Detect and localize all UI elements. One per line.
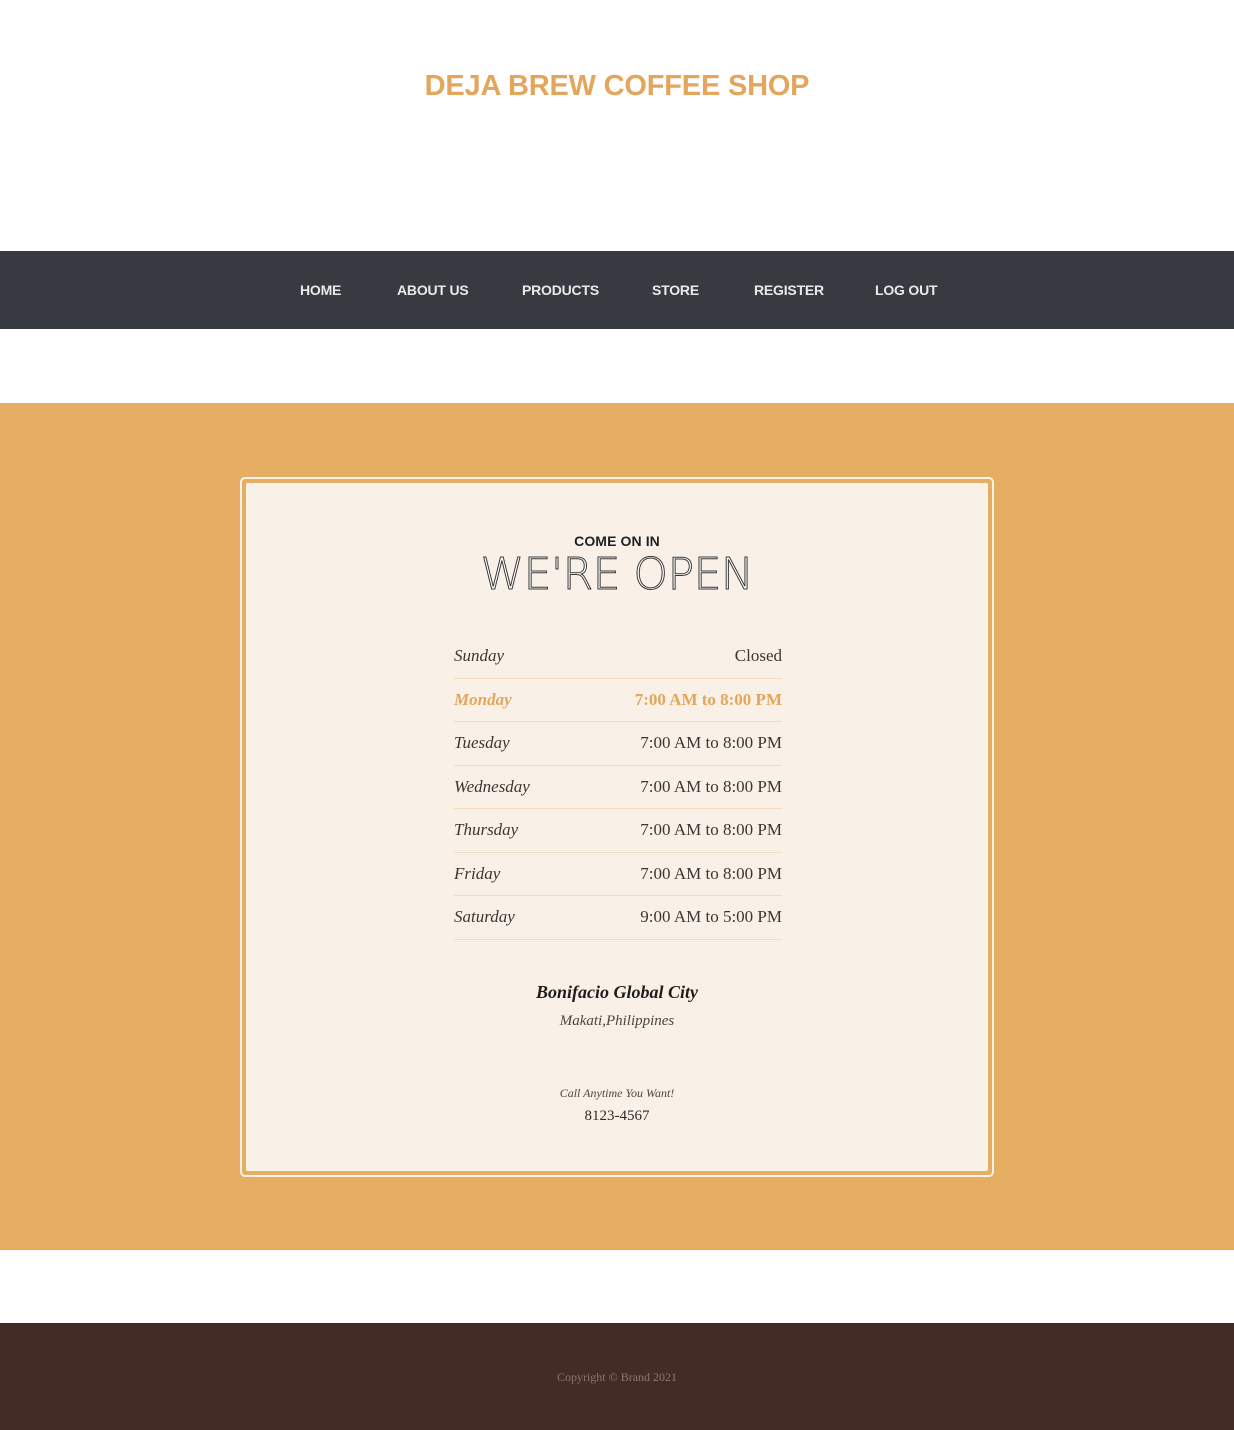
hours-time: 9:00 AM to 5:00 PM [640, 907, 782, 926]
call-label: Call Anytime You Want! [559, 1086, 675, 1100]
hours-day: Thursday [454, 820, 519, 839]
nav-about-us-link[interactable]: ABOUT US [397, 251, 469, 329]
hours-day: Sunday [454, 646, 505, 665]
hours-time: 7:00 AM to 8:00 PM [640, 776, 782, 796]
nav-log-out-link[interactable]: LOG OUT [875, 251, 938, 329]
hours-day: Monday [454, 689, 512, 709]
main-navbar: HOME ABOUT US PRODUCTS STORE REGISTER LO… [0, 251, 1234, 329]
hours-time: 7:00 AM to 8:00 PM [640, 820, 782, 839]
hours-day: Friday [454, 863, 501, 883]
location-city: Makati,Philippines [559, 1013, 675, 1029]
hours-heading: WE'RE OPEN [480, 549, 754, 601]
copyright-text: Copyright © Brand 2021 [556, 1370, 678, 1384]
hours-row-friday: Friday 7:00 AM to 8:00 PM [454, 853, 782, 896]
hours-row-sunday: Sunday Closed [454, 635, 782, 679]
hours-time: 7:00 AM to 8:00 PM [634, 689, 782, 709]
nav-home-link[interactable]: HOME [300, 251, 341, 329]
hours-time: Closed [734, 646, 782, 665]
hours-row-saturday: Saturday 9:00 AM to 5:00 PM [454, 896, 782, 940]
hours-card: COME ON IN WE'RE OPEN Sunday Closed Mond… [246, 483, 988, 1171]
nav-store-link[interactable]: STORE [652, 251, 699, 329]
site-footer: Copyright © Brand 2021 [0, 1323, 1234, 1430]
hours-row-tuesday: Tuesday 7:00 AM to 8:00 PM [454, 722, 782, 766]
phone-number[interactable]: 8123-4567 [248, 1108, 986, 1125]
hours-card-frame: COME ON IN WE'RE OPEN Sunday Closed Mond… [240, 477, 994, 1177]
hours-day: Saturday [454, 907, 515, 926]
hours-day: Tuesday [454, 733, 510, 752]
hours-subheading: COME ON IN [574, 533, 660, 549]
location-name: Bonifacio Global City [536, 982, 698, 1002]
hours-row-thursday: Thursday 7:00 AM to 8:00 PM [454, 809, 782, 853]
hours-time: 7:00 AM to 8:00 PM [640, 863, 782, 883]
site-title: DEJA BREW COFFEE SHOP [424, 70, 810, 102]
hours-time: 7:00 AM to 8:00 PM [640, 733, 782, 752]
hours-row-wednesday: Wednesday 7:00 AM to 8:00 PM [454, 766, 782, 809]
nav-products-link[interactable]: PRODUCTS [522, 251, 599, 329]
nav-register-link[interactable]: REGISTER [754, 251, 824, 329]
opening-hours-list: Sunday Closed Monday 7:00 AM to 8:00 PM … [454, 635, 782, 940]
hours-day: Wednesday [454, 776, 530, 796]
hours-row-monday: Monday 7:00 AM to 8:00 PM [454, 679, 782, 722]
